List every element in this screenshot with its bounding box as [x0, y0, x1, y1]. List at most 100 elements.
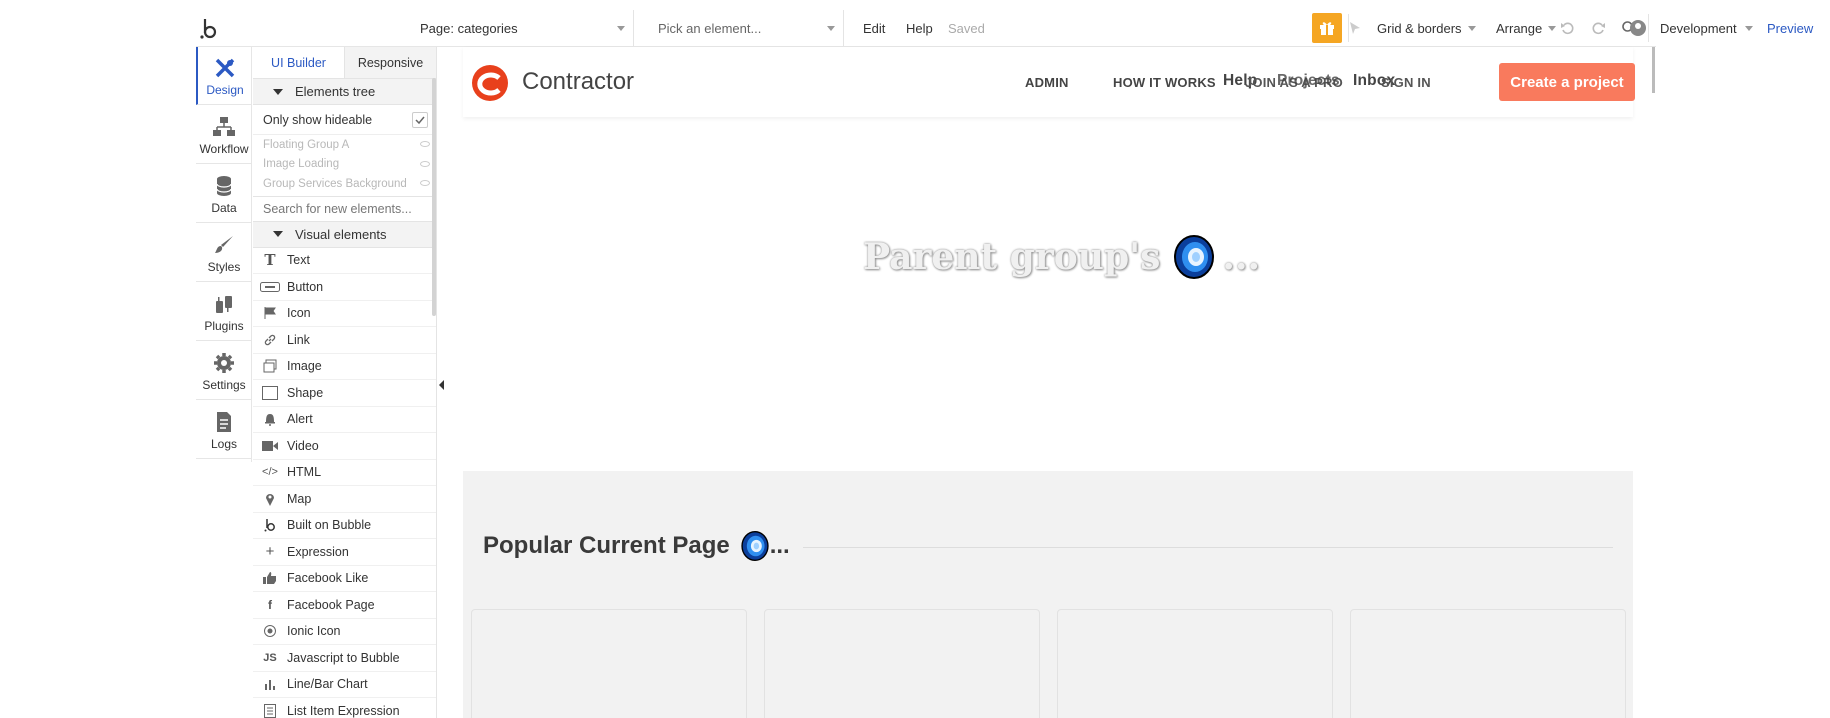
- tree-item[interactable]: Image Loading: [253, 155, 436, 175]
- panel-scrollbar[interactable]: [432, 78, 436, 316]
- text-icon: T: [264, 251, 276, 270]
- element-search-input[interactable]: Search for new elements...: [253, 195, 436, 222]
- workflow-icon: [212, 116, 236, 138]
- category-card[interactable]: [764, 609, 1040, 718]
- canvas-scrollbar[interactable]: [1652, 47, 1655, 93]
- element-label: Alert: [287, 412, 313, 427]
- element-javascript-to-bubble[interactable]: JS Javascript to Bubble: [253, 645, 436, 672]
- gift-icon[interactable]: [1312, 13, 1342, 43]
- element-picker[interactable]: Pick an element...: [646, 10, 844, 46]
- dynamic-expression-icon: [741, 531, 769, 561]
- flag-icon: [253, 306, 287, 320]
- dynamic-expression-icon: [1174, 235, 1215, 279]
- tree-item-label: Group Services Background: [263, 177, 407, 190]
- element-text[interactable]: T Text: [253, 248, 436, 274]
- eye-icon[interactable]: [420, 180, 430, 186]
- tab-responsive[interactable]: Responsive: [345, 47, 436, 78]
- element-picker-placeholder: Pick an element...: [658, 20, 762, 36]
- nav-sign-in[interactable]: SIGN IN: [1381, 75, 1431, 90]
- tree-item[interactable]: Group Services Background: [253, 174, 436, 194]
- top-toolbar: Page: categories Pick an element... Edit…: [196, 10, 1813, 46]
- element-label: List Item Expression: [287, 703, 400, 718]
- elements-panel: UI Builder Responsive Elements tree Only…: [253, 47, 437, 718]
- category-card[interactable]: [1057, 609, 1333, 718]
- chevron-down-icon: [1548, 25, 1557, 31]
- brand-name: Contractor: [522, 68, 635, 95]
- chevron-down-icon: [1744, 25, 1753, 31]
- element-label: Ionic Icon: [287, 624, 341, 639]
- rail-data[interactable]: Data: [196, 165, 252, 223]
- element-label: Facebook Like: [287, 571, 369, 586]
- element-ionic-icon[interactable]: Ionic Icon: [253, 619, 436, 645]
- visual-elements-header[interactable]: Visual elements: [253, 221, 436, 248]
- nav-admin[interactable]: ADMIN: [1025, 75, 1069, 90]
- element-shape[interactable]: Shape: [253, 380, 436, 407]
- chevron-down-icon: [617, 26, 625, 31]
- help-menu[interactable]: Help: [906, 10, 933, 46]
- nav-how-it-works[interactable]: HOW IT WORKS: [1113, 75, 1216, 90]
- undo-icon[interactable]: [1560, 10, 1576, 46]
- element-built-on-bubble[interactable]: Built on Bubble: [253, 513, 436, 539]
- elements-tree-header[interactable]: Elements tree: [253, 79, 436, 105]
- page-canvas[interactable]: Contractor ADMIN HOW IT WORKS Help JOIN …: [463, 47, 1635, 718]
- grid-borders-menu[interactable]: Grid & borders: [1377, 10, 1476, 46]
- category-card[interactable]: [471, 609, 747, 718]
- preview-link[interactable]: Preview: [1767, 10, 1813, 46]
- element-list-item-expression[interactable]: List Item Expression: [253, 698, 436, 718]
- rail-styles-label: Styles: [207, 260, 241, 274]
- element-label: Shape: [287, 385, 324, 400]
- tree-item-label: Floating Group A: [263, 138, 350, 151]
- element-image[interactable]: Image: [253, 354, 436, 380]
- bar-chart-icon: [253, 678, 287, 691]
- collapse-panel-arrow-icon[interactable]: [439, 380, 444, 390]
- video-icon: [253, 440, 287, 452]
- bubble-logo-icon[interactable]: [198, 16, 222, 40]
- element-link[interactable]: Link: [253, 327, 436, 354]
- contractor-logo-icon: [471, 64, 509, 102]
- element-map[interactable]: Map: [253, 486, 436, 513]
- rail-settings[interactable]: Settings: [196, 342, 252, 400]
- bubble-logo-icon: [253, 518, 287, 532]
- hero-ellipsis: ...: [1222, 236, 1261, 278]
- user-avatar-icon[interactable]: [1630, 20, 1646, 36]
- rail-styles[interactable]: Styles: [196, 224, 252, 282]
- element-facebook-like[interactable]: Facebook Like: [253, 566, 436, 592]
- plus-icon: +: [265, 543, 275, 561]
- list-icon: [253, 703, 287, 718]
- element-label: Facebook Page: [287, 597, 375, 612]
- element-facebook-page[interactable]: f Facebook Page: [253, 592, 436, 619]
- element-line-bar-chart[interactable]: Line/Bar Chart: [253, 672, 436, 698]
- rail-design-label: Design: [206, 83, 244, 97]
- nav-projects[interactable]: Projects: [1277, 72, 1340, 90]
- page-selector[interactable]: Page: categories: [420, 10, 634, 46]
- element-html[interactable]: </> HTML: [253, 460, 436, 486]
- element-video[interactable]: Video: [253, 433, 436, 460]
- toolbar-divider: [1648, 14, 1649, 42]
- eye-icon[interactable]: [420, 141, 430, 147]
- facebook-icon: f: [268, 597, 272, 612]
- create-project-button[interactable]: Create a project: [1499, 63, 1635, 101]
- chevron-down-icon: [827, 26, 835, 31]
- tree-item[interactable]: Floating Group A: [253, 135, 436, 155]
- element-button[interactable]: Button: [253, 274, 436, 301]
- grid-borders-label: Grid & borders: [1377, 20, 1462, 36]
- element-icon[interactable]: Icon: [253, 301, 436, 327]
- cursor-icon[interactable]: [1348, 10, 1362, 46]
- arrange-menu[interactable]: Arrange: [1496, 10, 1557, 46]
- tab-ui-builder[interactable]: UI Builder: [253, 47, 345, 78]
- eye-icon[interactable]: [420, 160, 430, 167]
- hero-heading-text: Parent group's: [863, 236, 1161, 278]
- environment-selector[interactable]: Development: [1660, 10, 1753, 46]
- gear-icon: [212, 352, 236, 374]
- only-hideable-checkbox[interactable]: [412, 112, 428, 128]
- rail-plugins[interactable]: Plugins: [196, 283, 252, 341]
- edit-menu[interactable]: Edit: [863, 10, 885, 46]
- category-card[interactable]: [1350, 609, 1626, 718]
- rail-design[interactable]: Design: [196, 47, 252, 105]
- redo-icon[interactable]: [1590, 10, 1606, 46]
- rail-settings-label: Settings: [202, 378, 246, 392]
- rail-logs[interactable]: Logs: [196, 401, 252, 459]
- element-expression[interactable]: + Expression: [253, 539, 436, 566]
- element-alert[interactable]: Alert: [253, 407, 436, 433]
- rail-workflow[interactable]: Workflow: [196, 106, 252, 164]
